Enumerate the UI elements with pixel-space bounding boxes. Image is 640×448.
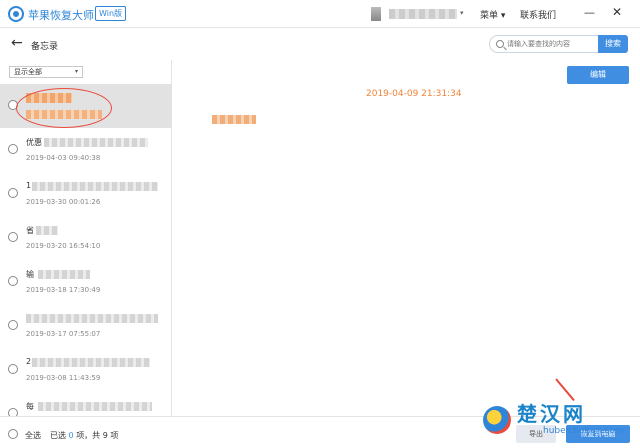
note-item[interactable]: 省 2019-03-20 16:54:10 [0, 216, 171, 260]
search-button[interactable]: 搜索 [598, 35, 628, 53]
user-avatar[interactable] [371, 7, 381, 21]
title-bar: 苹果恢复大师 Win版 ▾ 菜单 ▾ 联系我们 — ✕ [0, 0, 640, 28]
user-dropdown-chevron-icon[interactable]: ▾ [460, 9, 464, 17]
note-title: 每 [26, 402, 34, 411]
note-date: 2019-03-17 07:55:07 [26, 330, 101, 338]
search-input[interactable] [507, 38, 595, 50]
note-radio[interactable] [8, 232, 18, 242]
note-radio[interactable] [8, 276, 18, 286]
note-radio[interactable] [8, 188, 18, 198]
note-timestamp: 2019-04-09 21:31:34 [366, 89, 462, 99]
minimize-button[interactable]: — [584, 6, 595, 19]
note-content-blurred [212, 115, 256, 124]
back-arrow-icon[interactable]: ← [11, 35, 23, 51]
note-date: 2019-04-03 09:40:38 [26, 154, 101, 162]
note-title: 2 [26, 357, 32, 366]
note-item[interactable]: 优惠 2019-04-03 09:40:38 [0, 128, 171, 172]
chevron-down-icon: ▾ [74, 68, 78, 75]
page-title: 备忘录 [31, 42, 59, 52]
note-title-blurred [38, 270, 90, 279]
menu-button[interactable]: 菜单 ▾ [480, 8, 505, 21]
note-title: 省 [26, 226, 34, 235]
watermark-url: hubeichuhan.com [543, 426, 624, 436]
app-title: 苹果恢复大师 [28, 9, 94, 22]
search-box[interactable] [489, 35, 599, 53]
username-blurred[interactable] [389, 9, 457, 19]
note-item[interactable]: 1 2019-03-30 00:01:26 [0, 172, 171, 216]
selection-count: 已选 0 项，共 9 项 [50, 431, 119, 440]
watermark-logo-icon [483, 406, 511, 434]
note-title-blurred [26, 314, 158, 323]
edit-button[interactable]: 编辑 [567, 66, 629, 84]
annotation-circle [16, 88, 112, 128]
app-logo-icon [8, 6, 24, 22]
notes-list-panel: 显示全部 ▾ 优惠 2019-04-03 09:40:38 1 2019-03-… [0, 60, 172, 416]
note-radio[interactable] [8, 364, 18, 374]
contact-us-link[interactable]: 联系我们 [520, 8, 556, 21]
close-button[interactable]: ✕ [612, 5, 622, 19]
note-date: 2019-03-20 16:54:10 [26, 242, 101, 250]
note-item[interactable]: 2019-03-17 07:55:07 [0, 304, 171, 348]
select-all-radio[interactable] [8, 429, 18, 439]
note-title-blurred [32, 182, 158, 191]
note-title: 优惠 [26, 138, 42, 147]
watermark-text: 楚汉网 [517, 402, 586, 426]
note-title-blurred [32, 358, 150, 367]
note-title-blurred [36, 226, 58, 235]
watermark: 楚汉网 hubeichuhan.com [475, 392, 640, 448]
note-date: 2019-03-18 17:30:49 [26, 286, 101, 294]
note-date: 2019-03-30 00:01:26 [26, 198, 101, 206]
select-all-label[interactable]: 全选 [25, 430, 41, 441]
edition-badge: Win版 [95, 6, 127, 21]
note-item[interactable]: 每 [0, 392, 171, 416]
note-title-blurred [38, 402, 152, 411]
note-radio[interactable] [8, 408, 18, 416]
filter-dropdown[interactable]: 显示全部 ▾ [9, 66, 83, 78]
note-radio[interactable] [8, 320, 18, 330]
note-item[interactable]: 2 2019-03-08 11:43:59 [0, 348, 171, 392]
search-icon [496, 40, 504, 48]
note-date: 2019-03-08 11:43:59 [26, 374, 101, 382]
note-title: 1 [26, 181, 32, 190]
note-radio[interactable] [8, 144, 18, 154]
note-title: 输 [26, 270, 34, 279]
note-title-blurred [44, 138, 148, 147]
note-item[interactable]: 输 2019-03-18 17:30:49 [0, 260, 171, 304]
